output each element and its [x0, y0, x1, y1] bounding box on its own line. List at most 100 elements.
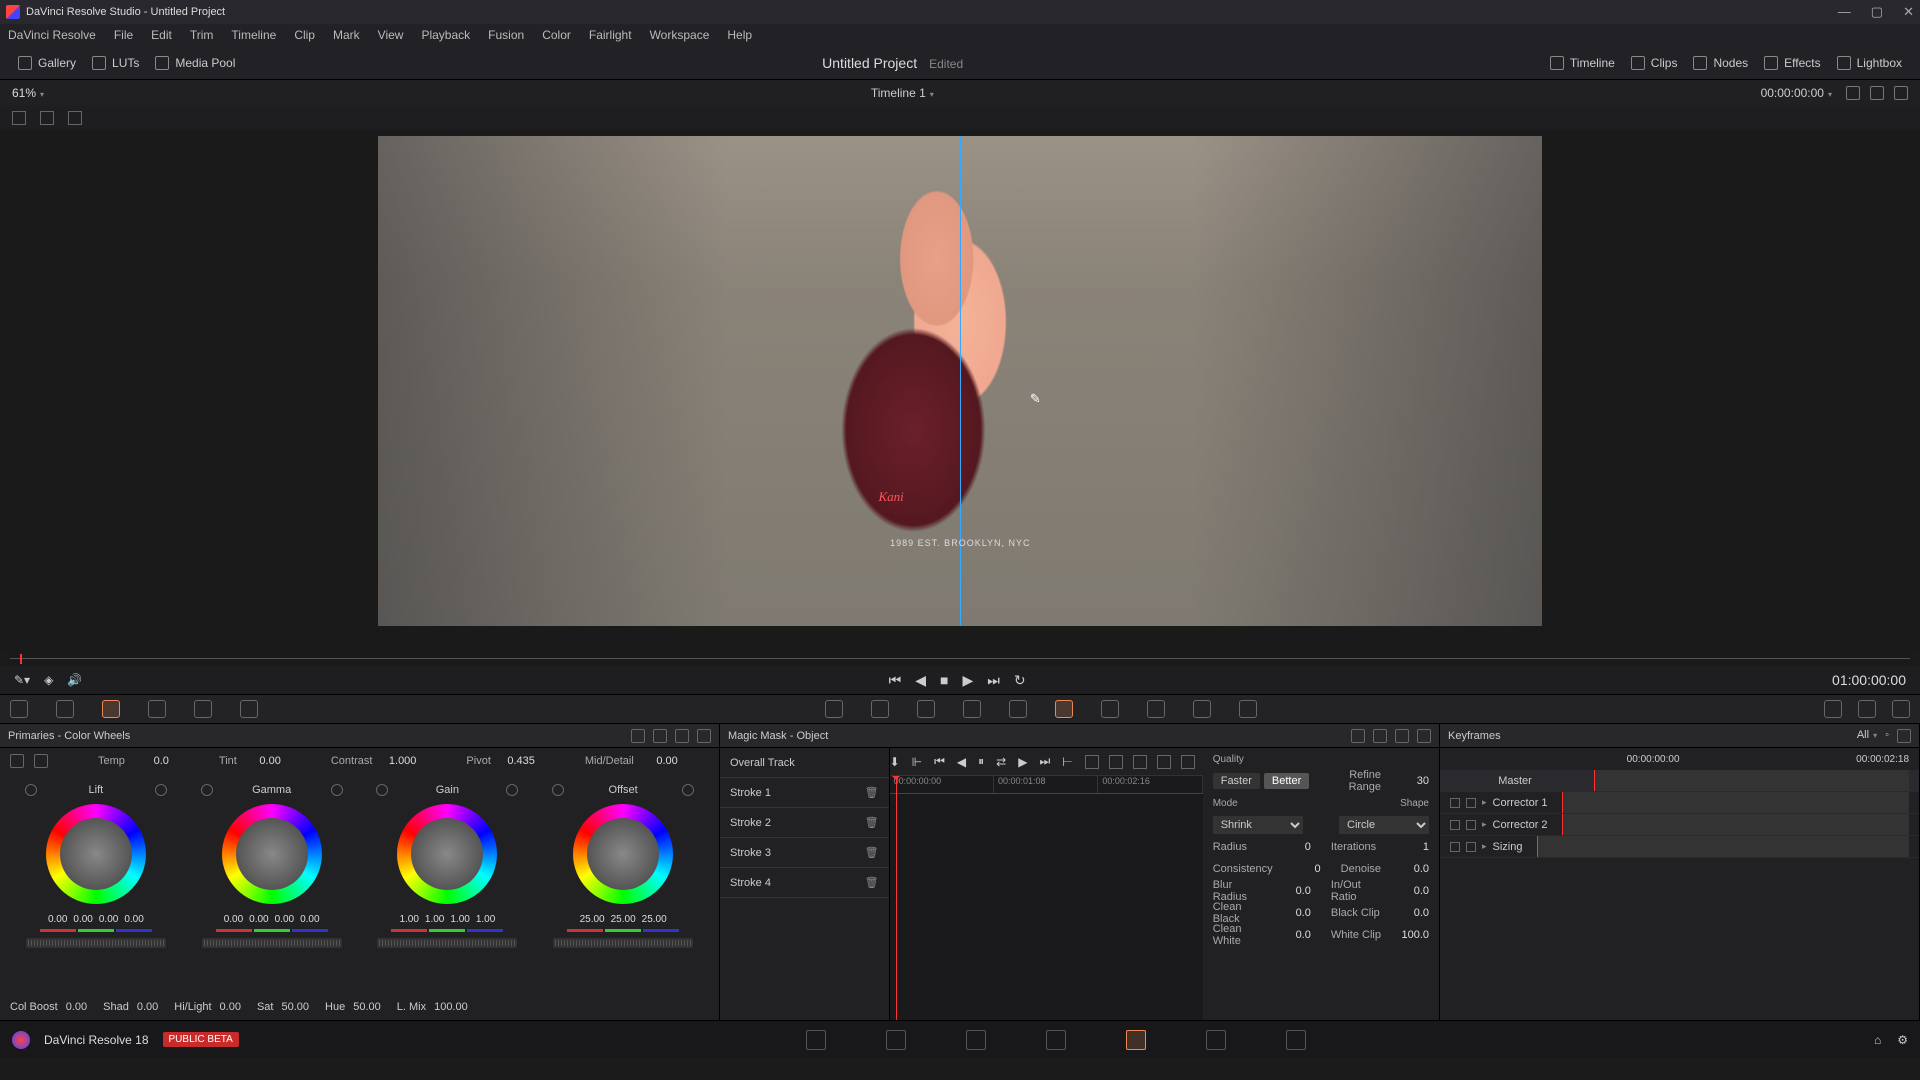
menu-edit[interactable]: Edit: [151, 28, 172, 42]
viewer-timecode[interactable]: 00:00:00:00: [1761, 86, 1832, 100]
menu-color[interactable]: Color: [542, 28, 571, 42]
mini-scrubber[interactable]: [10, 652, 1910, 666]
camera-raw-icon[interactable]: [10, 700, 28, 718]
tab-mediapool[interactable]: Media Pool: [147, 52, 243, 74]
expand-icon[interactable]: [1870, 86, 1884, 100]
tab-lightbox[interactable]: Lightbox: [1829, 52, 1910, 74]
mm-last-icon[interactable]: ⏭: [1039, 754, 1050, 769]
mm-track[interactable]: Stroke 1🗑: [720, 778, 889, 808]
delete-stroke-icon[interactable]: 🗑: [865, 876, 879, 889]
tab-nodes[interactable]: Nodes: [1685, 52, 1756, 74]
chevron-right-icon[interactable]: ▸: [1482, 841, 1487, 852]
mm-stop-icon[interactable]: ⏸: [978, 754, 984, 769]
window-icon[interactable]: [963, 700, 981, 718]
colboost-value[interactable]: 0.00: [66, 1001, 87, 1013]
reset-primaries-icon[interactable]: [697, 729, 711, 743]
wheel-values[interactable]: 0.000.000.000.00: [48, 914, 144, 925]
shape-select[interactable]: Circle: [1339, 816, 1429, 834]
prop-value[interactable]: 0: [1281, 863, 1321, 875]
delete-stroke-icon[interactable]: 🗑: [865, 816, 879, 829]
chevron-right-icon[interactable]: ▸: [1482, 797, 1487, 808]
wheel-values[interactable]: 1.001.001.001.00: [399, 914, 495, 925]
play-button[interactable]: ▶: [963, 672, 974, 689]
kf-master-track[interactable]: [1594, 770, 1909, 791]
primaries-icon[interactable]: [102, 700, 120, 718]
page-deliver[interactable]: [1286, 1030, 1306, 1050]
first-frame-button[interactable]: ⏮: [889, 672, 902, 689]
tab-clips[interactable]: Clips: [1623, 52, 1686, 74]
image-wipe-icon[interactable]: [12, 111, 26, 125]
log-mode-icon[interactable]: [675, 729, 689, 743]
mm-track[interactable]: Stroke 3🗑: [720, 838, 889, 868]
menu-playback[interactable]: Playback: [421, 28, 470, 42]
kf-row[interactable]: ▸Sizing: [1440, 836, 1919, 858]
pick-white-icon[interactable]: [34, 754, 48, 768]
kf-enable-icon[interactable]: [1450, 820, 1460, 830]
menu-mark[interactable]: Mark: [333, 28, 360, 42]
master-wheel-slider[interactable]: [202, 938, 342, 948]
qualifier-icon[interactable]: [917, 700, 935, 718]
home-icon[interactable]: ⌂: [1874, 1033, 1881, 1047]
prop-value[interactable]: 0.0: [1271, 885, 1311, 897]
prop-value[interactable]: 0.0: [1271, 907, 1311, 919]
delete-stroke-icon[interactable]: 🗑: [865, 786, 879, 799]
tint-value[interactable]: 0.00: [247, 755, 281, 767]
delete-stroke-icon[interactable]: 🗑: [865, 846, 879, 859]
prop-value[interactable]: 0.0: [1389, 885, 1429, 897]
wheel-reset-icon[interactable]: [682, 784, 694, 796]
key-icon[interactable]: [1147, 700, 1165, 718]
contrast-value[interactable]: 1.000: [382, 755, 416, 767]
mask-options-icon[interactable]: [1417, 729, 1431, 743]
mm-timeline[interactable]: 00:00:00:00 00:00:01:08 00:00:02:16: [890, 776, 1203, 1020]
mask-mode1-icon[interactable]: [1351, 729, 1365, 743]
wheel-reset-icon[interactable]: [331, 784, 343, 796]
playhead-icon[interactable]: [20, 654, 22, 664]
master-wheel-slider[interactable]: [377, 938, 517, 948]
sizing-icon[interactable]: [1193, 700, 1211, 718]
middetail-value[interactable]: 0.00: [644, 755, 678, 767]
prop-value[interactable]: 0.0: [1389, 907, 1429, 919]
next-frame-button[interactable]: ⏭: [987, 672, 1000, 689]
hilight-value[interactable]: 0.00: [220, 1001, 241, 1013]
prop-value[interactable]: 1: [1389, 841, 1429, 853]
mm-trackone-fwd-icon[interactable]: ⊢: [1062, 755, 1072, 769]
color-match-icon[interactable]: [56, 700, 74, 718]
tab-timeline[interactable]: Timeline: [1542, 52, 1623, 74]
menu-timeline[interactable]: Timeline: [231, 28, 276, 42]
split-screen-icon[interactable]: [40, 111, 54, 125]
mm-invert-icon[interactable]: [1157, 755, 1171, 769]
mm-settings-icon[interactable]: [1181, 755, 1195, 769]
auto-balance-icon[interactable]: [10, 754, 24, 768]
color-warper-icon[interactable]: [871, 700, 889, 718]
pivot-value[interactable]: 0.435: [501, 755, 535, 767]
kf-enable-icon[interactable]: [1450, 842, 1460, 852]
menu-clip[interactable]: Clip: [294, 28, 315, 42]
wheel-values[interactable]: 25.0025.0025.00: [580, 914, 667, 925]
kf-lock-icon[interactable]: [1466, 820, 1476, 830]
zoom-dropdown[interactable]: 61%: [12, 86, 44, 100]
wheel-reset-icon[interactable]: [506, 784, 518, 796]
keyframes-expand-icon[interactable]: [1897, 729, 1911, 743]
close-button[interactable]: ✕: [1903, 4, 1914, 20]
tracker-icon[interactable]: [1009, 700, 1027, 718]
kf-enable-icon[interactable]: [1450, 798, 1460, 808]
rgb-mixer-icon[interactable]: [194, 700, 212, 718]
blur-icon[interactable]: [1101, 700, 1119, 718]
color-wheel[interactable]: [46, 804, 146, 904]
mm-trackone-back-icon[interactable]: ⊩: [912, 755, 922, 769]
page-fairlight[interactable]: [1206, 1030, 1226, 1050]
tab-luts[interactable]: LUTs: [84, 52, 147, 74]
quality-faster-button[interactable]: Faster: [1213, 773, 1260, 789]
scopes-icon[interactable]: [1858, 700, 1876, 718]
prev-frame-button[interactable]: ◀: [915, 672, 926, 689]
mm-track[interactable]: Stroke 2🗑: [720, 808, 889, 838]
kf-row[interactable]: ▸Corrector 1: [1440, 792, 1919, 814]
wheel-target-icon[interactable]: [552, 784, 564, 796]
menu-workspace[interactable]: Workspace: [650, 28, 710, 42]
page-media[interactable]: [806, 1030, 826, 1050]
hdr-icon[interactable]: [148, 700, 166, 718]
menu-fairlight[interactable]: Fairlight: [589, 28, 632, 42]
mm-stroke-icon[interactable]: [1085, 755, 1099, 769]
hue-value[interactable]: 50.00: [353, 1001, 381, 1013]
keyframes-toggle-icon[interactable]: [1824, 700, 1842, 718]
